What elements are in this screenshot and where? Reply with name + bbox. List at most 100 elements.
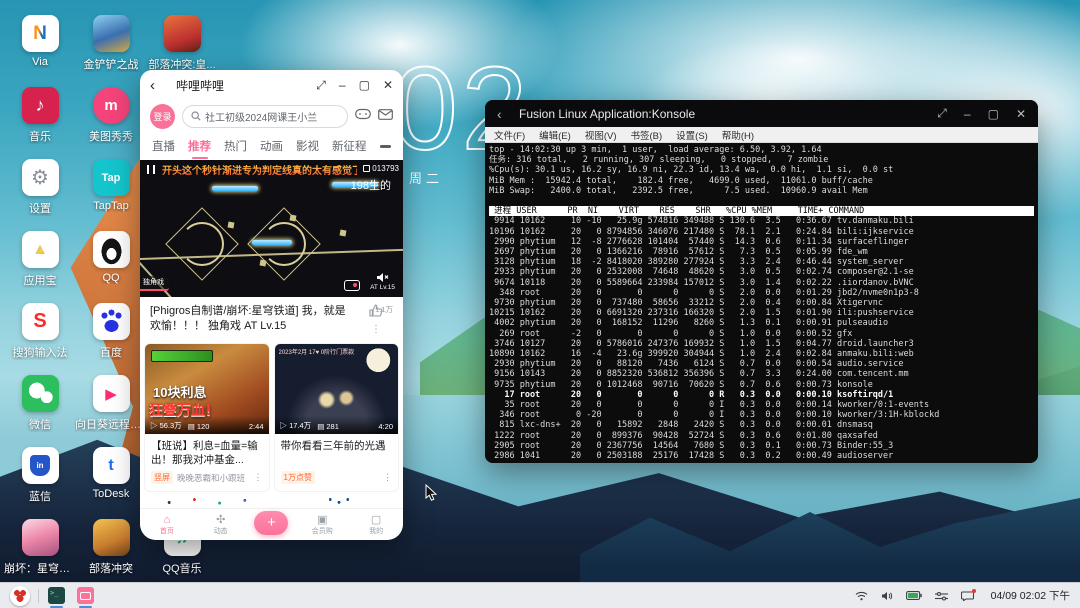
close-icon[interactable]: ✕ xyxy=(1016,107,1026,121)
app-icon[interactable] xyxy=(93,519,130,556)
taskbar-app-konsole[interactable]: >_ xyxy=(48,587,65,604)
desktop-icon[interactable]: m 美图秀秀 xyxy=(75,87,147,144)
tab[interactable]: 动画 xyxy=(260,138,283,154)
desktop-icon[interactable]: 部落冲突:皇... xyxy=(146,15,218,72)
video-thumbnail[interactable]: 10块利息 狂叠万血！ ▷ 56.3万 ▤ 120 2:44 xyxy=(145,344,269,434)
app-icon[interactable] xyxy=(22,375,59,412)
danmaku-comment: 开头这个秒针渐进专为判定线真的太有感觉了 xyxy=(162,162,357,177)
app-icon[interactable]: in xyxy=(22,447,59,484)
tab[interactable]: 影视 xyxy=(296,138,319,154)
app-icon[interactable]: ⚙ xyxy=(22,159,59,196)
wifi-icon[interactable] xyxy=(855,591,868,601)
app-icon[interactable]: ▶ xyxy=(93,375,130,412)
card-author[interactable]: 晚晚恶霸和小跟班 xyxy=(177,472,250,484)
terminal-output[interactable]: top - 14:02:30 up 3 min, 1 user, load av… xyxy=(485,143,1038,463)
danmaku-toggle-icon[interactable] xyxy=(344,280,360,291)
menu-item[interactable]: 编辑(E) xyxy=(539,128,571,142)
tab[interactable]: 直播 xyxy=(152,138,175,154)
notifications-icon[interactable] xyxy=(961,591,974,601)
back-icon[interactable]: ‹ xyxy=(150,77,168,94)
menu-item[interactable]: 帮助(H) xyxy=(722,128,754,142)
app-icon[interactable] xyxy=(93,303,130,340)
minimize-icon[interactable]: – xyxy=(339,78,346,92)
taskbar-app-bilibili[interactable] xyxy=(77,587,94,604)
close-icon[interactable]: ✕ xyxy=(383,78,393,92)
menu-item[interactable]: 设置(S) xyxy=(676,128,708,142)
taskbar-clock[interactable]: 04/09 02:02 下午 xyxy=(991,588,1070,603)
app-icon[interactable] xyxy=(93,231,130,268)
game-center-icon[interactable] xyxy=(355,107,371,125)
menu-item[interactable]: 书签(B) xyxy=(630,128,662,142)
video-player[interactable]: 开头这个秒针渐进专为判定线真的太有感觉了 013793 198生的 独角戏 AT… xyxy=(140,160,403,297)
settings-sliders-icon[interactable] xyxy=(935,591,948,601)
desktop-icon[interactable]: ▶ 向日葵远程控... xyxy=(75,375,147,432)
thumb-stats: ▷ 56.3万 ▤ 120 2:44 xyxy=(145,416,269,434)
nav-icon: ▣ xyxy=(317,514,327,526)
nav-item[interactable]: ▢ 我的 xyxy=(356,514,396,536)
more-options-icon[interactable]: ⋮ xyxy=(359,324,393,335)
restore-icon[interactable]: ⤢ xyxy=(937,106,947,121)
nav-item[interactable]: ⌂ 首页 xyxy=(147,514,187,536)
desktop-icon[interactable]: ▲ 应用宝 xyxy=(4,231,76,288)
app-icon[interactable] xyxy=(164,15,201,52)
start-menu-button[interactable] xyxy=(10,586,30,606)
desktop-icon[interactable]: ⚙ 设置 xyxy=(4,159,76,216)
video-card[interactable]: 10块利息 狂叠万血！ ▷ 56.3万 ▤ 120 2:44 【班说】利息=血量… xyxy=(144,343,270,492)
tab[interactable]: 推荐 xyxy=(188,138,211,154)
card-title[interactable]: 【班说】利息=血量=输出！那我对冲基金... xyxy=(145,434,269,467)
video-card[interactable]: 2023年2月 17♥ 0阶行门票款 ▷ 17.4万 ▤ 281 4:20 带你… xyxy=(274,343,400,492)
card-title[interactable]: 带你看看三年前的光遇 xyxy=(275,434,399,467)
app-icon[interactable]: S xyxy=(22,303,59,340)
app-icon[interactable]: t xyxy=(93,447,130,484)
video-thumbnail[interactable] xyxy=(144,494,270,508)
menu-item[interactable]: 视图(V) xyxy=(585,128,617,142)
tab[interactable]: 新征程 xyxy=(332,138,367,154)
minimize-icon[interactable]: – xyxy=(964,107,971,121)
search-input[interactable]: 社工初级2024网课王小兰 xyxy=(182,105,348,128)
desktop-icon[interactable]: N Via xyxy=(4,15,76,68)
pause-icon[interactable] xyxy=(147,165,155,174)
tabs-more-icon[interactable] xyxy=(380,145,392,148)
login-button[interactable]: 登录 xyxy=(150,104,175,129)
app-icon[interactable]: Tap xyxy=(93,159,130,196)
desktop-icon-label: QQ音乐 xyxy=(146,560,218,576)
tab[interactable]: 热门 xyxy=(224,138,247,154)
desktop-icon[interactable]: ♪ 音乐 xyxy=(4,87,76,144)
like-button[interactable]: 1.1万 ⋮ xyxy=(359,304,393,335)
app-icon[interactable] xyxy=(93,15,130,52)
terminal-line: 9674 10118 20 0 5589664 233984 157012 S … xyxy=(489,278,1034,288)
desktop-icon[interactable]: 崩坏：星穹铁... xyxy=(4,519,76,576)
app-icon[interactable]: m xyxy=(93,87,130,124)
desktop-icon[interactable]: 微信 xyxy=(4,375,76,432)
desktop-icon[interactable]: 金铲铲之战 xyxy=(75,15,147,72)
video-title[interactable]: [Phigros自制谱/崩坏:星穹铁道] 我，就是欢愉！！！ 独角戏 AT Lv… xyxy=(150,304,353,335)
volume-icon[interactable] xyxy=(881,591,893,601)
more-options-icon[interactable]: ⋮ xyxy=(383,472,392,483)
menu-item[interactable]: 文件(F) xyxy=(494,128,525,142)
back-icon[interactable]: ‹ xyxy=(497,106,519,122)
video-thumbnail[interactable] xyxy=(274,494,400,508)
desktop-icon[interactable]: S 搜狗输入法 xyxy=(4,303,76,360)
desktop-icon[interactable]: in 蓝信 xyxy=(4,447,76,504)
upload-plus-button[interactable]: + xyxy=(254,511,288,535)
video-thumbnail[interactable]: 2023年2月 17♥ 0阶行门票款 ▷ 17.4万 ▤ 281 4:20 xyxy=(275,344,399,434)
desktop-icon[interactable]: 部落冲突 xyxy=(75,519,147,576)
nav-item[interactable]: ✣ 动态 xyxy=(201,514,241,536)
desktop-icon[interactable]: QQ xyxy=(75,231,147,284)
app-icon[interactable]: ▲ xyxy=(22,231,59,268)
app-icon[interactable]: N xyxy=(22,15,59,52)
app-icon[interactable]: ♪ xyxy=(22,87,59,124)
nav-item[interactable]: ▣ 会员购 xyxy=(302,514,342,536)
mute-toggle[interactable]: AT Lv.15 xyxy=(370,272,395,291)
desktop-icon-label: ToDesk xyxy=(75,488,147,500)
maximize-icon[interactable]: ▢ xyxy=(988,107,999,121)
maximize-icon[interactable]: ▢ xyxy=(359,78,370,92)
desktop-icon[interactable]: Tap TapTap xyxy=(75,159,147,212)
messages-icon[interactable] xyxy=(378,107,393,125)
restore-icon[interactable]: ⤢ xyxy=(316,78,326,93)
battery-icon[interactable] xyxy=(906,591,922,600)
app-icon[interactable] xyxy=(22,519,59,556)
desktop-icon[interactable]: 百度 xyxy=(75,303,147,360)
desktop-icon[interactable]: t ToDesk xyxy=(75,447,147,500)
more-options-icon[interactable]: ⋮ xyxy=(254,472,263,483)
